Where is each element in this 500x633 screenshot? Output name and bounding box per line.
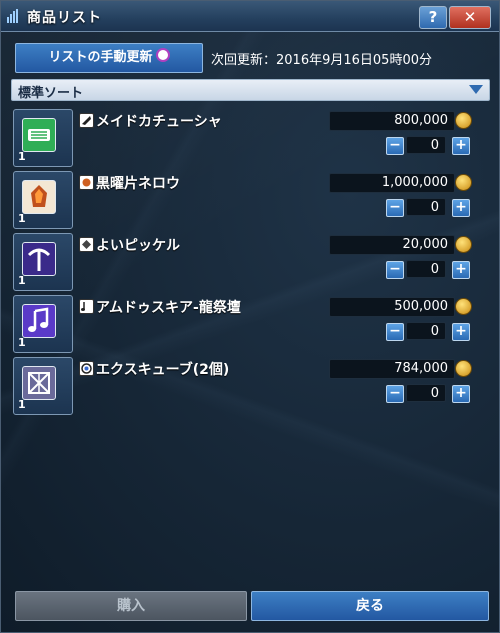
title-bar: 商品リスト ? ✕: [1, 1, 499, 32]
meseta-icon: [455, 174, 472, 191]
price-display: 1,000,000: [329, 173, 455, 193]
music-icon: [79, 299, 94, 314]
close-button[interactable]: ✕: [449, 6, 491, 29]
refresh-button-label: リストの手動更新: [48, 50, 153, 65]
quantity-field[interactable]: 0: [406, 260, 446, 278]
item-stack-badge: 1: [18, 336, 26, 349]
chevron-down-icon: [469, 85, 483, 94]
shop-window: 商品リスト ? ✕ リストの手動更新 次回更新：2016年9月16日05時00分…: [0, 0, 500, 633]
quantity-plus-button[interactable]: +: [452, 385, 470, 403]
item-price: 800,000: [394, 113, 448, 128]
list-item[interactable]: 1 よいピッケル 20,000 − 0 +: [13, 233, 485, 295]
price-display: 20,000: [329, 235, 455, 255]
cube-icon: [79, 361, 94, 376]
manual-refresh-button[interactable]: リストの手動更新: [15, 43, 203, 73]
item-thumbnail-frame: 1: [13, 171, 73, 229]
item-price: 500,000: [394, 299, 448, 314]
window-title: 商品リスト: [27, 10, 102, 26]
item-name: メイドカチューシャ: [96, 114, 222, 130]
quantity-minus-button[interactable]: −: [386, 385, 404, 403]
price-display: 784,000: [329, 359, 455, 379]
music-note-icon: [22, 304, 56, 338]
item-stack-badge: 1: [18, 274, 26, 287]
item-thumbnail-frame: 1: [13, 109, 73, 167]
item-name: 黒曜片ネロウ: [96, 176, 180, 192]
item-name: よいピッケル: [96, 238, 180, 254]
ex-cube-icon: [22, 366, 56, 400]
buy-button[interactable]: 購入: [15, 591, 247, 621]
help-button[interactable]: ?: [419, 6, 447, 29]
quantity-minus-button[interactable]: −: [386, 261, 404, 279]
price-display: 800,000: [329, 111, 455, 131]
meseta-icon: [455, 360, 472, 377]
tool-icon: [79, 237, 94, 252]
material-icon: [79, 175, 94, 190]
item-stack-badge: 1: [18, 212, 26, 225]
sort-dropdown[interactable]: 標準ソート: [11, 79, 490, 101]
quantity-field[interactable]: 0: [406, 136, 446, 154]
quantity-minus-button[interactable]: −: [386, 199, 404, 217]
meseta-icon: [455, 236, 472, 253]
list-item[interactable]: 1 エクスキューブ(2個) 784,000 − 0 +: [13, 357, 485, 419]
quantity-plus-button[interactable]: +: [452, 323, 470, 341]
item-stack-badge: 1: [18, 150, 26, 163]
list-item[interactable]: 1 黒曜片ネロウ 1,000,000 − 0 +: [13, 171, 485, 233]
ac-coin-icon: [155, 48, 170, 62]
next-update-time: 次回更新：2016年9月16日05時00分: [211, 53, 432, 68]
quantity-plus-button[interactable]: +: [452, 137, 470, 155]
signal-bars-icon: [7, 9, 18, 23]
list-item[interactable]: 1 アムドゥスキア-龍祭壇 500,000 − 0 +: [13, 295, 485, 357]
quantity-minus-button[interactable]: −: [386, 323, 404, 341]
item-name: エクスキューブ(2個): [96, 362, 230, 378]
item-stack-badge: 1: [18, 398, 26, 411]
price-display: 500,000: [329, 297, 455, 317]
back-button[interactable]: 戻る: [251, 591, 489, 621]
quantity-minus-button[interactable]: −: [386, 137, 404, 155]
item-price: 1,000,000: [381, 175, 448, 190]
fire-crystal-icon: [22, 180, 56, 214]
item-thumbnail-frame: 1: [13, 295, 73, 353]
quantity-plus-button[interactable]: +: [452, 199, 470, 217]
item-name: アムドゥスキア-龍祭壇: [96, 300, 241, 316]
headband-icon: [22, 118, 56, 152]
quantity-plus-button[interactable]: +: [452, 261, 470, 279]
item-thumbnail-frame: 1: [13, 233, 73, 291]
item-price: 784,000: [394, 361, 448, 376]
sort-selected-value: 標準ソート: [18, 86, 84, 101]
quantity-field[interactable]: 0: [406, 322, 446, 340]
quantity-field[interactable]: 0: [406, 198, 446, 216]
accessory-icon: [79, 113, 94, 128]
list-item[interactable]: 1 メイドカチューシャ 800,000 − 0 +: [13, 109, 485, 171]
meseta-icon: [455, 298, 472, 315]
item-thumbnail-frame: 1: [13, 357, 73, 415]
item-price: 20,000: [402, 237, 449, 252]
quantity-field[interactable]: 0: [406, 384, 446, 402]
meseta-icon: [455, 112, 472, 129]
pickaxe-icon: [22, 242, 56, 276]
